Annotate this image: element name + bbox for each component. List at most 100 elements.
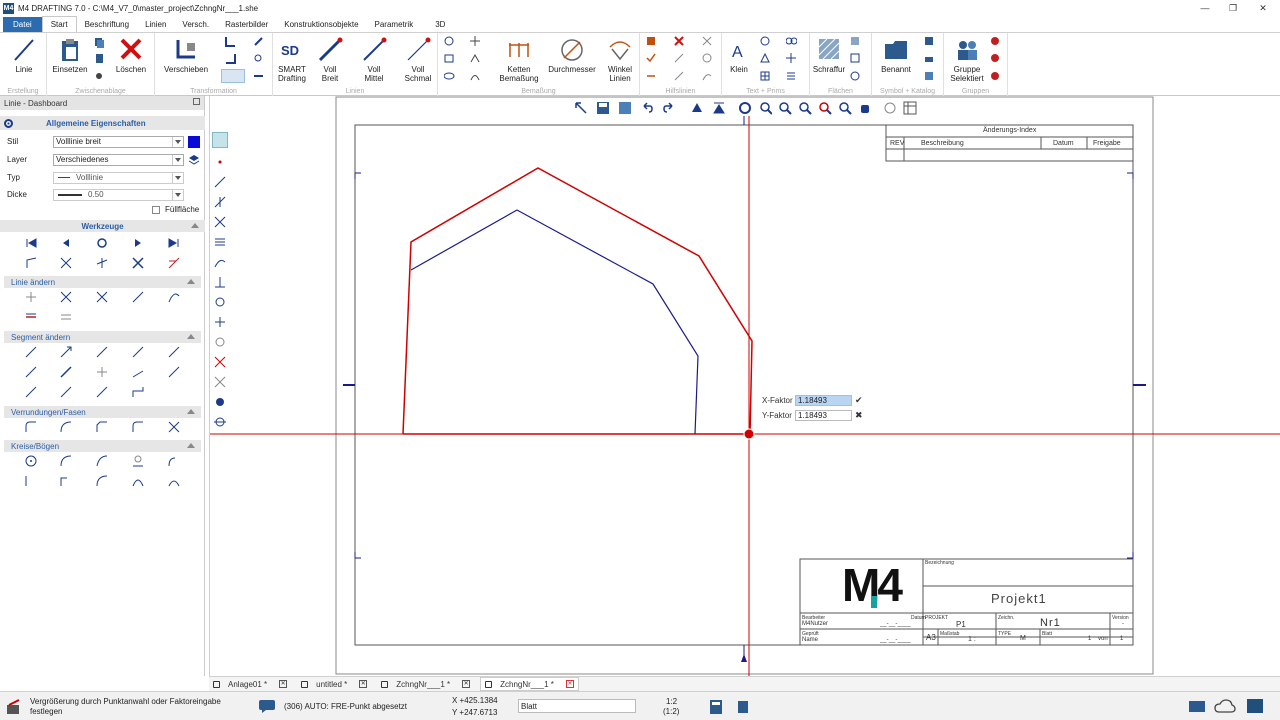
redo-icon[interactable] (662, 101, 676, 115)
segment-icon[interactable] (95, 385, 109, 399)
intersect-icon[interactable] (131, 256, 145, 270)
linie-button[interactable]: Linie (10, 37, 38, 74)
doc-tab[interactable]: ZchngNr___1 * ✕ (377, 677, 474, 691)
transform-selected-button[interactable] (221, 69, 245, 83)
triangle-icon[interactable] (760, 53, 771, 64)
table-icon[interactable] (760, 71, 771, 82)
segment-icon[interactable] (24, 365, 38, 379)
edit-line-icon[interactable] (95, 290, 109, 304)
arc-e-icon[interactable] (24, 474, 38, 488)
guide-line-icon[interactable] (674, 53, 685, 64)
doc-tab[interactable]: Anlage01 * ✕ (209, 677, 291, 691)
segment-aendern-header[interactable]: Segment ändern (4, 331, 201, 343)
prev-icon[interactable] (59, 236, 73, 250)
snap-end-icon[interactable] (214, 176, 226, 188)
line-parallel-icon[interactable] (59, 310, 73, 324)
edit-line-icon[interactable] (24, 290, 38, 304)
redraw-icon[interactable] (883, 101, 897, 115)
segment-icon[interactable] (131, 385, 145, 399)
chat-icon[interactable] (258, 699, 276, 713)
snap-curve-icon[interactable] (214, 256, 226, 268)
layers-icon[interactable] (188, 154, 200, 166)
ellipse-tool-icon[interactable] (444, 71, 455, 82)
text-style-icon[interactable] (760, 36, 771, 47)
stil-select[interactable]: Volllinie breit (53, 135, 184, 148)
save-all-icon[interactable] (618, 101, 632, 115)
save-icon[interactable] (596, 101, 610, 115)
voll-schmal-button[interactable]: Voll Schmal (399, 37, 437, 83)
tab-konstruktionsobjekte[interactable]: Konstruktionsobjekte (276, 17, 366, 32)
circle-tool-icon[interactable] (444, 36, 455, 47)
last-icon[interactable] (167, 236, 181, 250)
layer-select[interactable]: Verschiedenes (53, 153, 184, 166)
fillet-icon[interactable] (167, 420, 181, 434)
pin-icon[interactable] (193, 98, 200, 105)
transform-icon[interactable] (253, 53, 264, 64)
guide-diagonal-icon[interactable] (674, 71, 685, 82)
catalog-icon[interactable] (924, 71, 935, 82)
delete-guide-icon[interactable] (674, 36, 685, 47)
segment-half-icon[interactable] (167, 365, 181, 379)
segment-icon[interactable] (24, 345, 38, 359)
x-faktor-input[interactable]: 1.18493 (795, 395, 852, 406)
save-symbol-icon[interactable] (924, 36, 935, 47)
smart-drafting-button[interactable]: SD SMART Drafting (275, 37, 309, 83)
edit-line-icon[interactable] (59, 290, 73, 304)
snap-origin-icon[interactable] (214, 416, 226, 428)
regenerate-icon[interactable] (738, 101, 752, 115)
group-edit-icon[interactable] (990, 71, 1001, 82)
top-icon[interactable] (712, 101, 726, 115)
open-symbol-icon[interactable] (924, 53, 935, 64)
group-remove-icon[interactable] (990, 53, 1001, 64)
pan-hand-icon[interactable] (858, 101, 872, 115)
klein-button[interactable]: A Klein (726, 37, 752, 74)
snap-list-icon[interactable] (214, 236, 226, 248)
fill-checkbox[interactable] (152, 205, 160, 214)
schraffur-button[interactable]: Schraffur (812, 37, 846, 74)
first-icon[interactable] (24, 236, 38, 250)
dicke-select[interactable]: 0.50 (53, 188, 184, 201)
arc-icon[interactable] (95, 474, 109, 488)
verrundungen-header[interactable]: Verrundungen/Fasen (4, 406, 201, 418)
close-tab-icon[interactable]: ✕ (279, 680, 288, 688)
transform-icon[interactable] (253, 36, 264, 47)
guide-circle-icon[interactable] (702, 53, 713, 64)
split-icon[interactable] (95, 256, 109, 270)
guide-tangent-icon[interactable] (702, 71, 713, 82)
tab-3d[interactable]: 3D (427, 17, 453, 32)
tab-beschriftung[interactable]: Beschriftung (77, 17, 137, 32)
snap-mid-icon[interactable] (214, 196, 226, 208)
grid-fill-icon[interactable] (850, 36, 861, 47)
ketten-bemassung-button[interactable]: Ketten Bemaßung (494, 37, 544, 83)
undo-icon[interactable] (640, 101, 654, 115)
tab-datei[interactable]: Datei (3, 17, 42, 32)
confirm-check-icon[interactable]: ✔ (855, 395, 863, 406)
y-faktor-input[interactable]: 1.18493 (795, 410, 852, 421)
fillet-icon[interactable] (24, 420, 38, 434)
tab-start[interactable]: Start (41, 16, 77, 32)
arc-icon[interactable] (131, 454, 145, 468)
einsetzen-button[interactable]: Einsetzen (51, 37, 89, 74)
zoom-all-icon[interactable] (818, 101, 833, 115)
voll-mittel-button[interactable]: Voll Mittel (357, 37, 391, 83)
transform-icon[interactable] (225, 53, 236, 64)
zoom-window-icon[interactable] (798, 101, 813, 115)
segment-icon[interactable] (59, 345, 73, 359)
snap-active-button[interactable] (212, 132, 228, 148)
drawing-canvas[interactable]: Änderungs-Index REV Beschreibung Datum F… (209, 96, 1280, 676)
copy-icon[interactable] (94, 37, 105, 48)
m4-app-icon[interactable] (1246, 698, 1264, 714)
select-arrow-icon[interactable] (574, 101, 588, 115)
doc-tab-active[interactable]: ZchngNr___1 * ✕ (480, 677, 579, 691)
polyline-icon[interactable] (470, 53, 481, 64)
verschieben-button[interactable]: Verschieben (161, 37, 211, 74)
base-point-marker[interactable] (743, 428, 755, 440)
inner-shape[interactable] (410, 209, 699, 435)
doc-tab[interactable]: untitled * ✕ (297, 677, 371, 691)
fillet-icon[interactable] (59, 420, 73, 434)
close-tab-icon[interactable]: ✕ (565, 680, 574, 688)
zoom-in-icon[interactable] (759, 101, 773, 115)
segment-icon[interactable] (59, 385, 73, 399)
stil-color-swatch[interactable] (188, 136, 200, 148)
arc-p-icon[interactable] (59, 474, 73, 488)
